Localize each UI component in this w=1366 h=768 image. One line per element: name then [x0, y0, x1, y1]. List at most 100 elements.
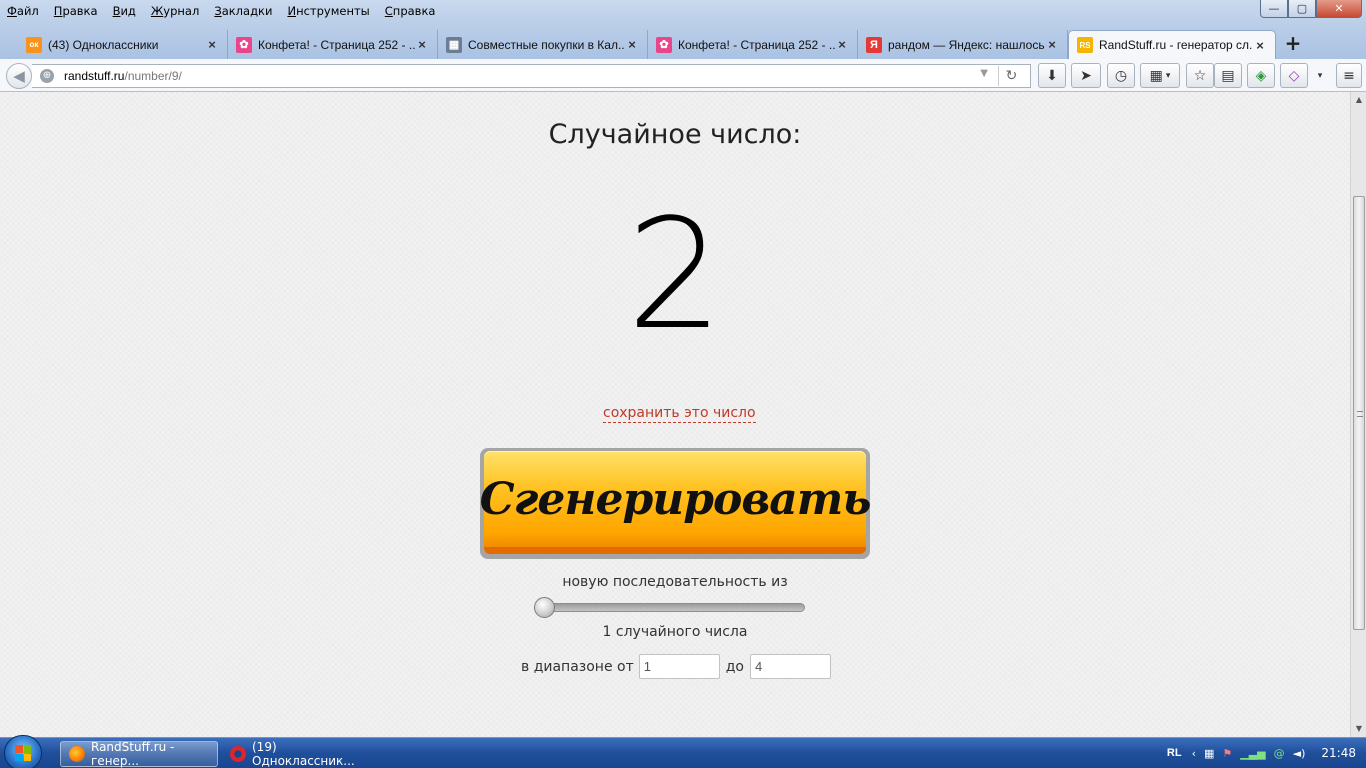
send-button[interactable]: ➤ [1071, 63, 1101, 88]
language-indicator[interactable]: RL [1167, 747, 1182, 759]
count-label: 1 случайного числа [602, 624, 748, 640]
save-number-link[interactable]: сохранить это число [603, 405, 756, 423]
navigation-bar: ◀ ⊕ randstuff.ru/number/9/ ▼ ↻ ⬇ ➤ ◷ ▦ ▾ … [0, 59, 1366, 92]
tab-konfeta-2[interactable]: ✿ Конфета! - Страница 252 - ... × [648, 30, 858, 59]
tab-title: Конфета! - Страница 252 - ... [678, 37, 835, 52]
eraser-button[interactable]: ◇ [1280, 63, 1308, 88]
tab-joint-purchases[interactable]: ▦ Совместные покупки в Кал... × [438, 30, 648, 59]
sp-icon: ▦ [446, 36, 462, 53]
konfeta-icon: ✿ [236, 36, 252, 53]
range-to-label: до [725, 658, 744, 675]
menu-edit[interactable]: Правка [47, 4, 106, 18]
close-icon[interactable]: × [1045, 37, 1059, 52]
hamburger-icon: ≡ [1343, 67, 1355, 84]
menu-view[interactable]: Вид [106, 4, 144, 18]
taskbar-item-label: (19) Одноклассник... [252, 740, 355, 768]
addon-button[interactable]: ◈ [1247, 63, 1275, 88]
windows-logo-icon [15, 745, 31, 761]
start-button[interactable] [4, 735, 42, 768]
menu-file[interactable]: Файл [0, 4, 47, 18]
url-host: randstuff.ru [64, 69, 125, 83]
page-title: Случайное число: [548, 119, 802, 150]
paper-plane-icon: ➤ [1080, 67, 1092, 84]
chevron-down-icon[interactable]: ▾ [1166, 71, 1171, 81]
tab-yandex-search[interactable]: Я рандом — Яндекс: нашлось ... × [858, 30, 1068, 59]
system-tray: RL ‹ ▦ ⚑ ▁▃▅ @ ◄) 21:48 [1167, 738, 1366, 768]
url-path: /number/9/ [124, 69, 182, 83]
menu-tools[interactable]: Инструменты [280, 4, 377, 18]
range-row: в диапазоне от до [521, 654, 831, 679]
sequence-label: новую последовательность из [562, 574, 788, 590]
firefox-icon [69, 746, 85, 762]
tab-odnoklassniki[interactable]: ок (43) Одноклассники × [18, 30, 228, 59]
chevron-down-icon: ▾ [1317, 70, 1323, 81]
close-icon[interactable]: × [625, 37, 639, 52]
range-to-input[interactable] [750, 654, 831, 679]
chevron-down-icon[interactable]: ▼ [980, 68, 988, 79]
scrollbar-thumb[interactable] [1353, 196, 1365, 630]
clock: 21:48 [1321, 746, 1356, 760]
history-button[interactable]: ◷ [1107, 63, 1135, 88]
tab-title: Совместные покупки в Кал... [468, 37, 625, 52]
menu-help[interactable]: Справка [378, 4, 444, 18]
at-icon[interactable]: @ [1274, 747, 1285, 760]
scroll-up-icon[interactable]: ▲ [1351, 92, 1366, 108]
chevron-left-icon[interactable]: ‹ [1192, 747, 1196, 760]
title-bar: Файл Правка Вид Журнал Закладки Инструме… [0, 0, 1366, 28]
tab-title: RandStuff.ru - генератор сл... [1099, 38, 1253, 52]
close-icon[interactable]: × [415, 37, 429, 52]
restore-button[interactable]: ▢ [1288, 0, 1316, 18]
volume-icon[interactable]: ◄) [1293, 747, 1306, 760]
menu-bookmarks[interactable]: Закладки [207, 4, 280, 18]
url-bar[interactable]: ⊕ randstuff.ru/number/9/ ▼ ↻ [32, 64, 1031, 88]
new-tab-button[interactable]: + [1282, 31, 1304, 55]
download-icon: ⬇ [1046, 67, 1058, 84]
tab-konfeta-1[interactable]: ✿ Конфета! - Страница 252 - ... × [228, 30, 438, 59]
close-button[interactable]: ✕ [1316, 0, 1362, 18]
minimize-button[interactable]: — [1260, 0, 1288, 18]
back-button[interactable]: ◀ [6, 63, 32, 89]
menu-button[interactable]: ≡ [1336, 63, 1362, 88]
menu-history[interactable]: Журнал [144, 4, 207, 18]
menu-bar: Файл Правка Вид Журнал Закладки Инструме… [0, 0, 443, 22]
close-icon[interactable]: × [1253, 38, 1267, 53]
flag-icon[interactable]: ⚑ [1222, 747, 1232, 760]
scroll-down-icon[interactable]: ▼ [1351, 721, 1366, 737]
window-controls: — ▢ ✕ [1260, 0, 1362, 18]
app-tray-icon[interactable]: ▦ [1204, 747, 1214, 760]
eraser-icon: ◇ [1288, 67, 1300, 84]
tab-title: (43) Одноклассники [48, 37, 159, 52]
randstuff-icon: RS [1077, 37, 1093, 53]
tab-randstuff[interactable]: RS RandStuff.ru - генератор сл... × [1068, 30, 1276, 59]
toolbar-overflow[interactable]: ▾ [1312, 63, 1328, 88]
tab-title: Конфета! - Страница 252 - ... [258, 37, 415, 52]
clock-icon: ◷ [1114, 67, 1128, 84]
close-icon[interactable]: × [205, 37, 219, 52]
tab-strip: ок (43) Одноклассники × ✿ Конфета! - Стр… [0, 28, 1366, 59]
grid-icon: ▦ [1149, 67, 1163, 84]
reload-icon[interactable]: ↻ [998, 66, 1024, 86]
bookmark-star-button[interactable]: ☆ [1186, 63, 1214, 88]
generate-button-face: Сгенерировать [480, 451, 871, 554]
network-signal-icon[interactable]: ▁▃▅ [1240, 747, 1265, 760]
extension-button[interactable]: ▦ ▾ [1140, 63, 1180, 88]
vertical-scrollbar[interactable]: ▲ ▼ [1350, 92, 1366, 737]
range-from-label: в диапазоне от [521, 658, 634, 675]
clipboard-icon: ▤ [1221, 67, 1235, 84]
taskbar-item-firefox[interactable]: RandStuff.ru - генер... [60, 740, 218, 768]
odnoklassniki-icon: ок [26, 36, 42, 53]
taskbar-item-opera[interactable]: (19) Одноклассник... [222, 740, 380, 768]
arrow-left-icon: ◀ [13, 67, 25, 85]
count-slider-track[interactable] [537, 603, 805, 612]
close-icon[interactable]: × [835, 37, 849, 52]
download-button[interactable]: ⬇ [1038, 63, 1066, 88]
taskbar-item-label: RandStuff.ru - генер... [91, 740, 175, 768]
count-slider-handle[interactable] [534, 597, 555, 618]
opera-icon [230, 746, 246, 762]
globe-icon: ⊕ [40, 69, 54, 83]
bookmarks-menu-button[interactable]: ▤ [1214, 63, 1242, 88]
range-from-input[interactable] [638, 654, 720, 679]
generate-button[interactable]: Сгенерировать [480, 448, 871, 559]
random-number: 2 [626, 186, 724, 363]
page-content: Случайное число: 2 сохранить это число С… [0, 92, 1350, 737]
